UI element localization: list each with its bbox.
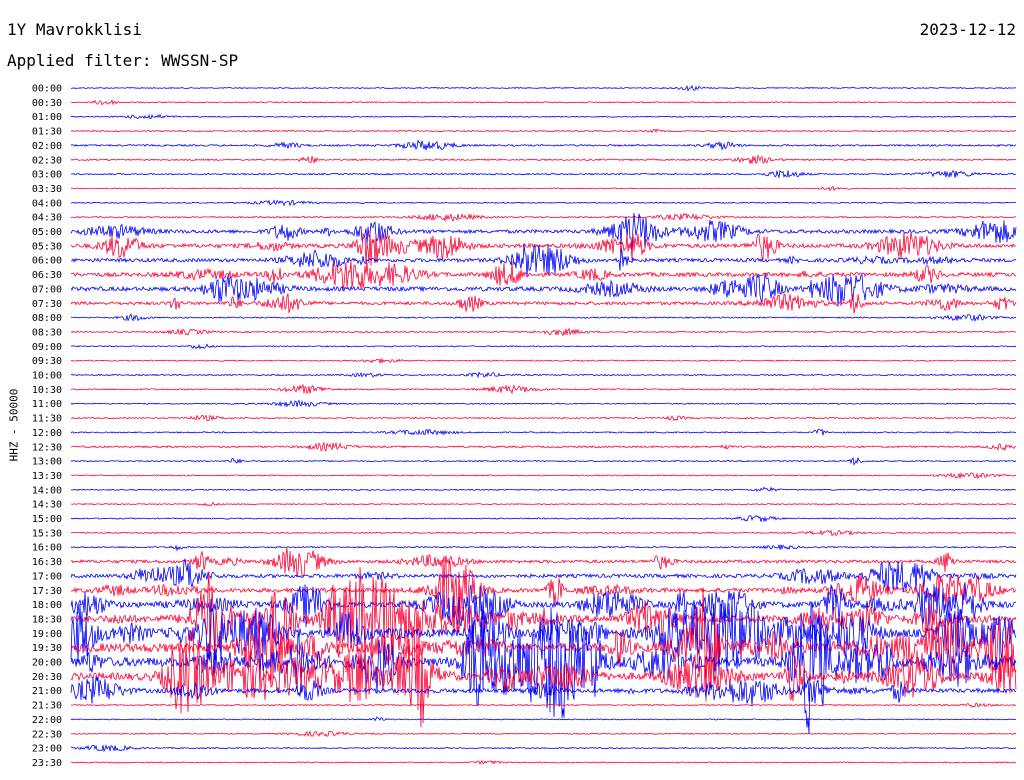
trace-row (70, 383, 1017, 395)
row-time-label: 02:00 (32, 141, 62, 152)
trace-row (70, 84, 1017, 92)
row-time-label: 01:30 (32, 127, 62, 138)
row-time-label: 15:00 (32, 514, 62, 525)
row-time-label: 15:30 (32, 528, 62, 539)
row-time-label: 04:00 (32, 198, 62, 209)
trace-row (70, 199, 1017, 207)
trace-row (70, 99, 1017, 106)
row-time-label: 12:30 (32, 442, 62, 453)
row-time-label: 20:30 (32, 672, 62, 683)
row-time-label: 01:00 (32, 112, 62, 123)
trace-row (70, 399, 1017, 408)
trace-row (70, 273, 1017, 307)
row-time-label: 04:30 (32, 213, 62, 224)
trace-row (70, 486, 1017, 492)
trace-row (70, 169, 1017, 179)
row-time-label: 16:00 (32, 543, 62, 554)
row-time-label: 08:00 (32, 313, 62, 324)
row-time-label: 21:00 (32, 686, 62, 697)
trace-row (70, 358, 1017, 365)
row-time-label: 05:30 (32, 241, 62, 252)
trace-row (70, 759, 1017, 765)
row-time-label: 22:30 (32, 729, 62, 740)
trace-row (70, 343, 1017, 350)
row-time-label: 23:30 (32, 758, 62, 769)
row-time-label: 14:30 (32, 500, 62, 511)
trace-row (70, 428, 1017, 436)
row-time-label: 07:00 (32, 284, 62, 295)
row-time-label: 19:30 (32, 643, 62, 654)
trace-row (70, 558, 1017, 593)
trace-row (70, 139, 1017, 151)
trace-row (70, 456, 1017, 466)
row-time-label: 09:30 (32, 356, 62, 367)
row-time-label: 18:00 (32, 600, 62, 611)
row-time-label: 03:30 (32, 184, 62, 195)
row-time-label: 11:30 (32, 414, 62, 425)
row-time-label: 07:30 (32, 299, 62, 310)
row-time-label: 18:30 (32, 614, 62, 625)
trace-row (70, 313, 1017, 323)
trace-row (70, 625, 1017, 728)
trace-row (70, 154, 1017, 165)
trace-row (70, 414, 1017, 422)
trace-row (70, 371, 1017, 379)
row-time-label: 20:00 (32, 658, 62, 669)
row-time-label: 06:00 (32, 256, 62, 267)
row-time-label: 05:00 (32, 227, 62, 238)
row-time-label: 17:30 (32, 586, 62, 597)
row-time-label: 17:00 (32, 571, 62, 582)
row-time-label: 02:30 (32, 155, 62, 166)
trace-row (70, 113, 1017, 120)
row-time-label: 08:30 (32, 327, 62, 338)
row-time-label: 23:00 (32, 744, 62, 755)
trace-row (70, 212, 1017, 250)
row-time-label: 21:30 (32, 701, 62, 712)
trace-row (70, 128, 1017, 134)
trace-row (70, 212, 1017, 223)
row-time-label: 09:00 (32, 342, 62, 353)
row-time-label: 06:30 (32, 270, 62, 281)
row-time-label: 16:30 (32, 557, 62, 568)
trace-row (70, 327, 1017, 337)
row-time-label: 22:00 (32, 715, 62, 726)
row-time-label: 03:00 (32, 170, 62, 181)
helicorder-plot: 00:00 00:30 01:00 01:30 02:00 02:30 03:00 03:30… (32, 84, 1017, 769)
trace-row (70, 441, 1017, 452)
trace-row (70, 702, 1017, 708)
trace-row (70, 471, 1017, 480)
row-time-label: 19:00 (32, 629, 62, 640)
trace-row (70, 185, 1017, 192)
row-time-label: 14:00 (32, 485, 62, 496)
trace-row (70, 529, 1017, 536)
row-time-label: 00:30 (32, 98, 62, 109)
trace-row (70, 243, 1017, 278)
row-time-label: 13:30 (32, 471, 62, 482)
row-time-label: 00:00 (32, 84, 62, 95)
row-time-label: 13:00 (32, 457, 62, 468)
row-time-label: 11:00 (32, 399, 62, 410)
row-time-label: 10:00 (32, 371, 62, 382)
trace-row (70, 730, 1017, 737)
row-time-label: 12:00 (32, 428, 62, 439)
trace-row (70, 501, 1017, 507)
row-time-label: 10:30 (32, 385, 62, 396)
trace-row (70, 514, 1017, 523)
trace-row (70, 716, 1017, 722)
trace-row (70, 293, 1017, 314)
trace-row (70, 544, 1017, 552)
trace-row (70, 744, 1017, 753)
